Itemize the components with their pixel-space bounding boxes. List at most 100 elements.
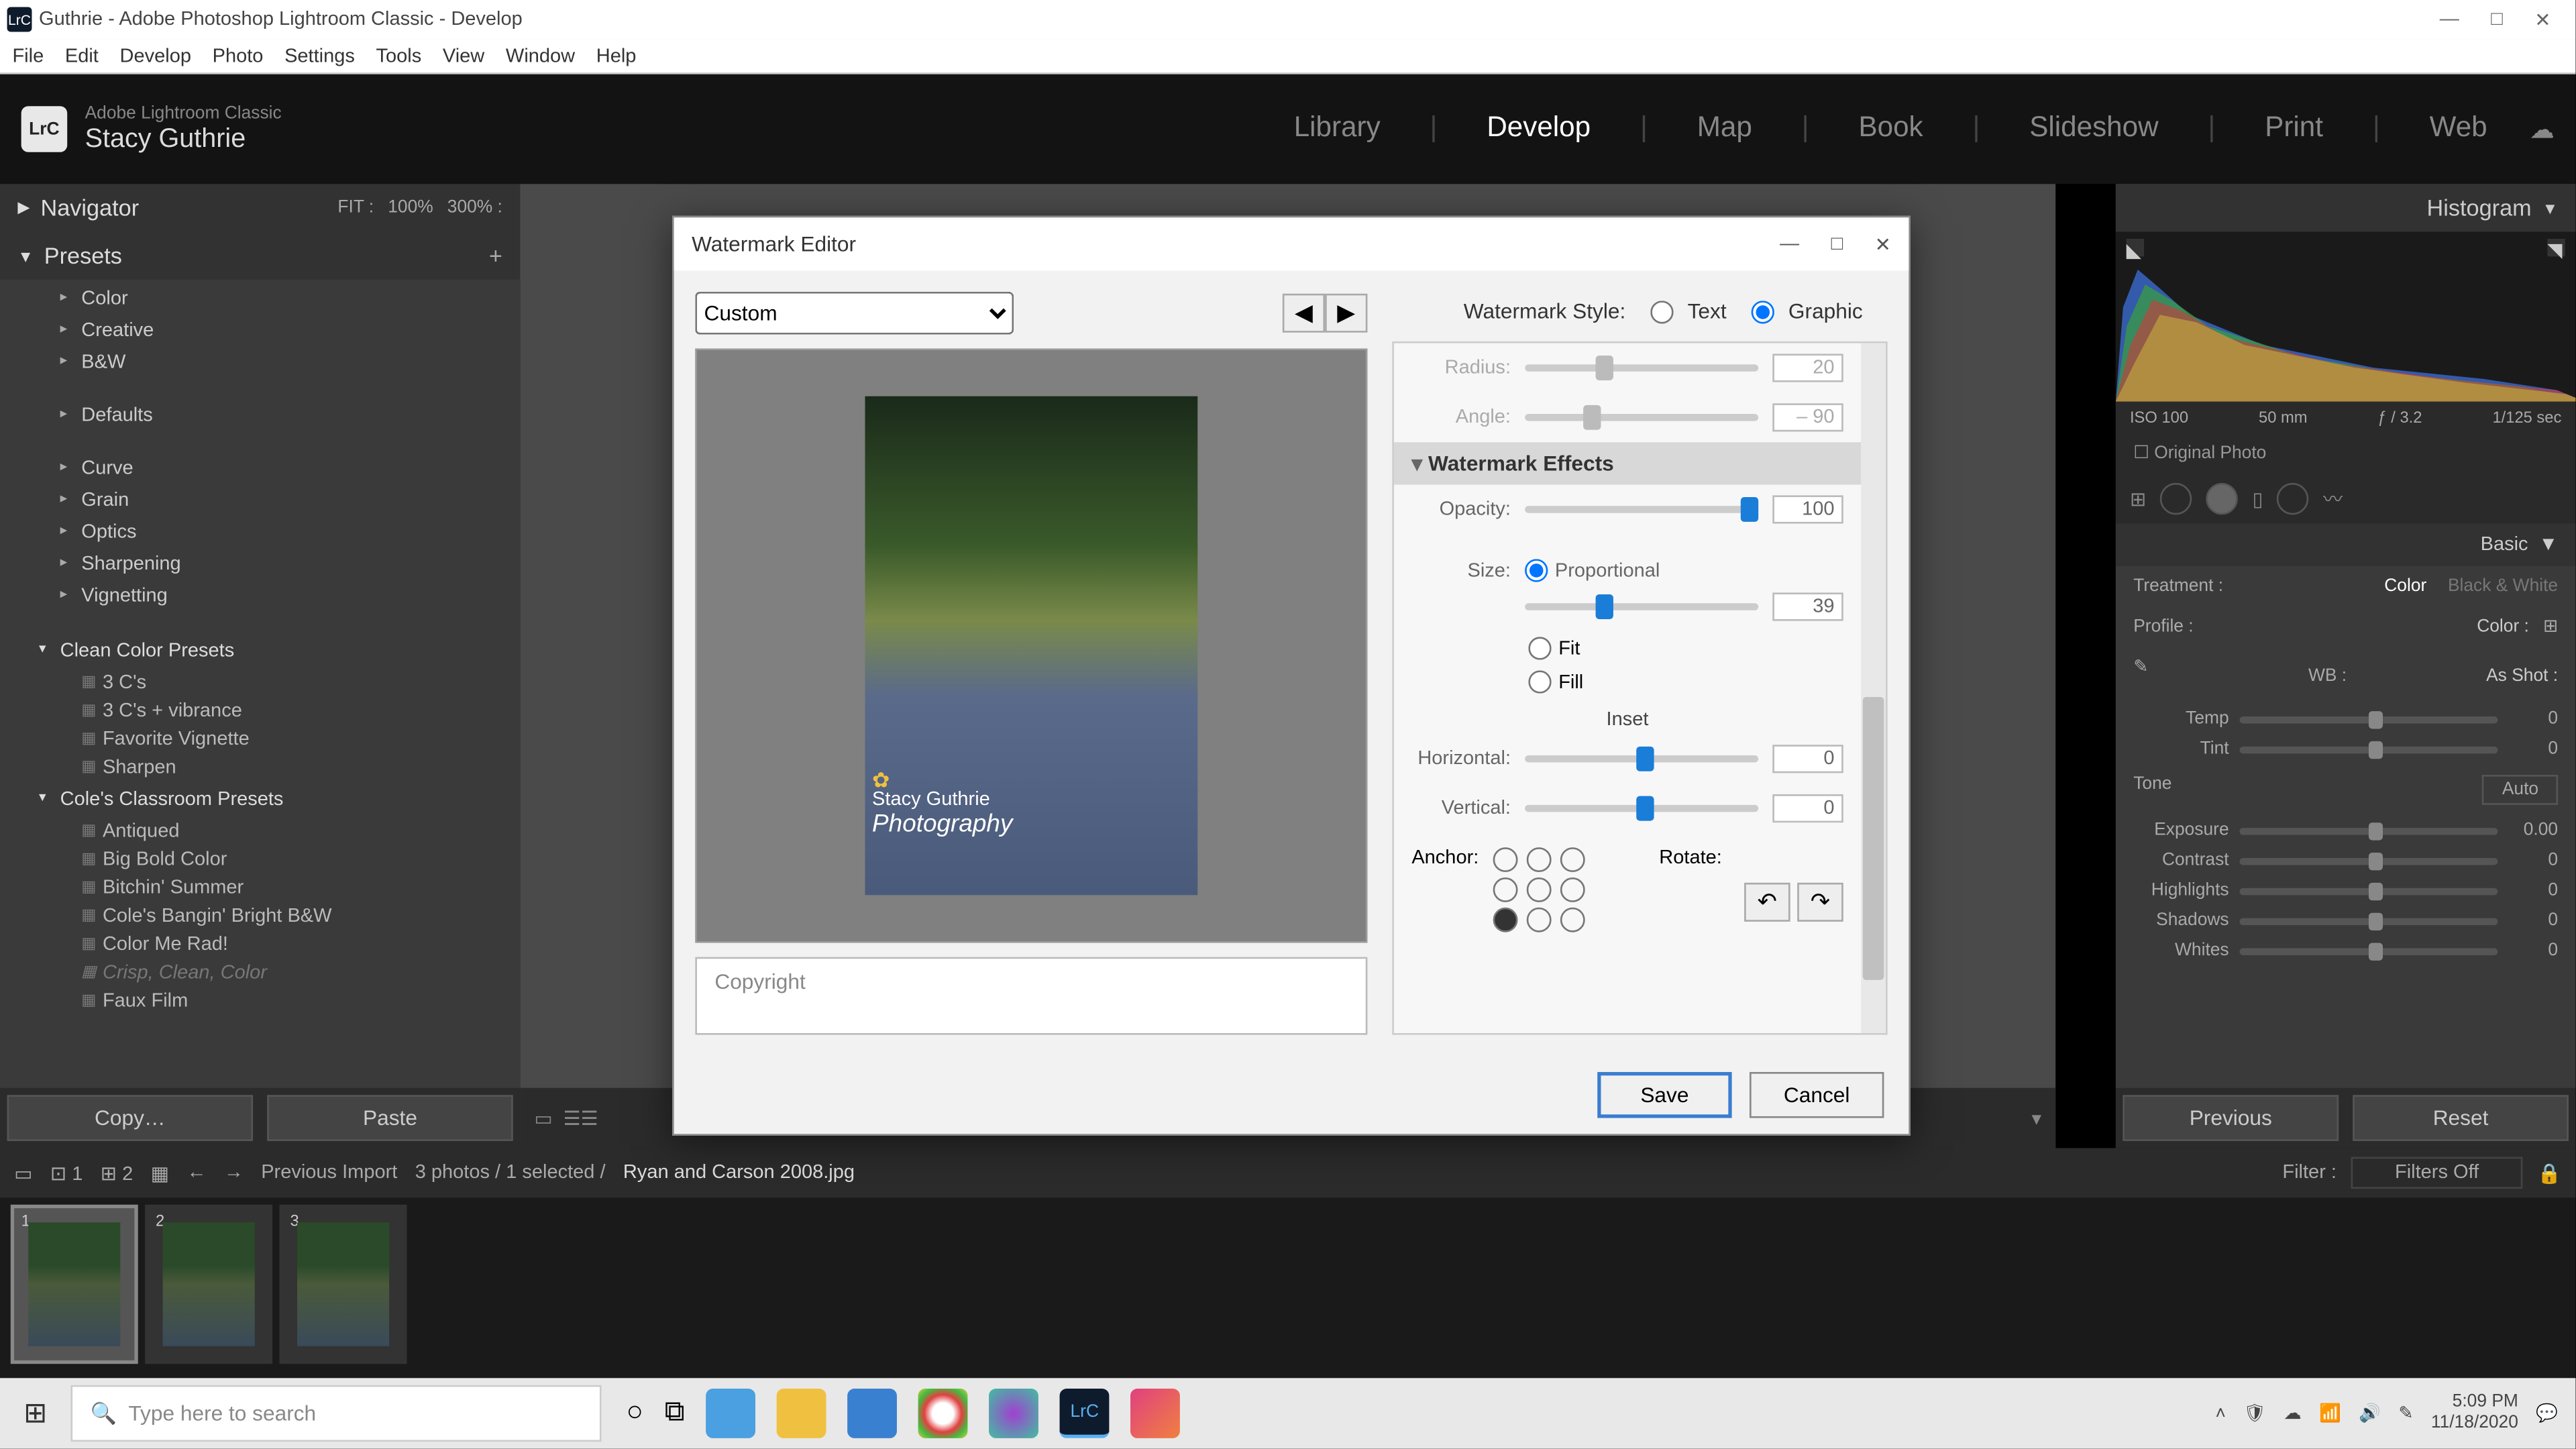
zoom-100[interactable]: 100% xyxy=(388,198,433,217)
grid-view-icon[interactable]: ▦ xyxy=(151,1161,169,1184)
tray-volume-icon[interactable]: 🔊 xyxy=(2359,1403,2381,1423)
preset-group-creative[interactable]: Creative xyxy=(0,315,520,346)
preset-item[interactable]: Favorite Vignette xyxy=(0,725,520,753)
preset-item[interactable]: Crisp, Clean, Color xyxy=(0,959,520,987)
wb-value[interactable]: As Shot : xyxy=(2486,666,2558,686)
filmstrip-thumb[interactable]: 2 xyxy=(145,1205,272,1364)
watermark-preset-select[interactable]: Custom xyxy=(695,292,1014,334)
preview-next-button[interactable]: ▶ xyxy=(1325,294,1367,333)
contrast-slider[interactable] xyxy=(2239,857,2498,865)
anchor-ml[interactable] xyxy=(1493,877,1517,902)
dialog-minimize-button[interactable]: — xyxy=(1780,233,1799,256)
copy-button[interactable]: Copy… xyxy=(7,1095,254,1141)
menu-photo[interactable]: Photo xyxy=(207,45,269,66)
zoom-300[interactable]: 300% : xyxy=(447,198,502,217)
grad-tool-icon[interactable]: ▯ xyxy=(2252,487,2263,510)
menu-edit[interactable]: Edit xyxy=(60,45,104,66)
tray-wifi-icon[interactable]: 📶 xyxy=(2319,1403,2341,1423)
dialog-scroll-thumb[interactable] xyxy=(1863,697,1884,980)
preset-group-sharpening[interactable]: Sharpening xyxy=(0,548,520,580)
preset-item[interactable]: 3 C's + vibrance xyxy=(0,697,520,725)
anchor-bl[interactable] xyxy=(1493,908,1517,932)
module-map[interactable]: Map xyxy=(1697,113,1752,145)
taskbar-clock[interactable]: 5:09 PM11/18/2020 xyxy=(2431,1392,2518,1434)
style-graphic-radio[interactable] xyxy=(1752,300,1774,323)
soft-proof-toggle[interactable]: ▾ xyxy=(2032,1106,2042,1129)
dialog-titlebar[interactable]: Watermark Editor — □ ✕ xyxy=(674,217,1909,270)
anchor-bc[interactable] xyxy=(1527,908,1552,932)
rotate-right-button[interactable]: ↷ xyxy=(1797,883,1843,922)
preset-item[interactable]: Faux Film xyxy=(0,987,520,1015)
style-text-radio[interactable] xyxy=(1650,300,1673,323)
vert-value[interactable]: 0 xyxy=(1772,794,1843,822)
preset-folder-cole[interactable]: Cole's Classroom Presets xyxy=(0,782,520,818)
start-button[interactable]: ⊞ xyxy=(0,1378,70,1448)
rotate-left-button[interactable]: ↶ xyxy=(1744,883,1790,922)
size-value[interactable]: 39 xyxy=(1772,592,1843,621)
tint-value[interactable]: 0 xyxy=(2508,739,2558,759)
filter-lock-icon[interactable]: 🔒 xyxy=(2537,1161,2561,1184)
navigator-header[interactable]: ▶Navigator FIT : 100% 300% : xyxy=(0,184,520,231)
redeye-tool-icon[interactable] xyxy=(2206,483,2238,515)
size-slider[interactable] xyxy=(1525,603,1758,610)
preset-item[interactable]: Color Me Rad! xyxy=(0,930,520,959)
anchor-grid[interactable] xyxy=(1493,847,1588,932)
menu-view[interactable]: View xyxy=(437,45,490,66)
highlights-value[interactable]: 0 xyxy=(2508,881,2558,900)
menu-help[interactable]: Help xyxy=(591,45,641,66)
taskbar-chrome-icon[interactable] xyxy=(918,1389,968,1438)
exposure-slider[interactable] xyxy=(2239,827,2498,835)
module-print[interactable]: Print xyxy=(2265,113,2323,145)
anchor-tr[interactable] xyxy=(1560,847,1585,872)
filter-dropdown[interactable]: Filters Off xyxy=(2351,1157,2523,1189)
taskbar-mail-icon[interactable] xyxy=(847,1389,897,1438)
notifications-icon[interactable]: 💬 xyxy=(2536,1403,2558,1423)
filmstrip-thumb[interactable]: 3 xyxy=(280,1205,407,1364)
crop-tool-icon[interactable]: ⊞ xyxy=(2130,487,2146,510)
highlight-clip-icon[interactable]: ◥ xyxy=(2547,239,2565,256)
auto-tone-button[interactable]: Auto xyxy=(2483,775,2558,805)
cancel-button[interactable]: Cancel xyxy=(1750,1072,1884,1118)
minimize-button[interactable]: — xyxy=(2440,8,2459,31)
preset-item[interactable]: 3 C's xyxy=(0,669,520,697)
loupe-view-icon[interactable]: ▭ xyxy=(534,1106,552,1129)
taskbar-lightroom-icon[interactable]: LrC xyxy=(1060,1389,1110,1438)
preset-group-vignetting[interactable]: Vignetting xyxy=(0,580,520,612)
module-slideshow[interactable]: Slideshow xyxy=(2029,113,2158,145)
tray-onedrive-icon[interactable]: ☁ xyxy=(2284,1403,2301,1423)
module-book[interactable]: Book xyxy=(1858,113,1923,145)
menu-settings[interactable]: Settings xyxy=(279,45,360,66)
second-window-icon[interactable]: ▭ xyxy=(14,1161,32,1184)
maximize-button[interactable]: □ xyxy=(2491,8,2503,31)
watermark-effects-header[interactable]: Watermark Effects xyxy=(1394,442,1861,484)
menu-develop[interactable]: Develop xyxy=(115,45,197,66)
dialog-maximize-button[interactable]: □ xyxy=(1831,233,1843,256)
treatment-bw[interactable]: Black & White xyxy=(2448,577,2558,596)
anchor-br[interactable] xyxy=(1560,908,1585,932)
next-photo-icon[interactable]: → xyxy=(224,1163,244,1184)
module-library[interactable]: Library xyxy=(1294,113,1381,145)
taskbar-explorer-icon[interactable] xyxy=(777,1389,826,1438)
preset-item[interactable]: Bitchin' Summer xyxy=(0,874,520,902)
prev-photo-icon[interactable]: ← xyxy=(186,1163,206,1184)
basic-panel-header[interactable]: Basic▼ xyxy=(2116,524,2576,566)
whites-slider[interactable] xyxy=(2239,947,2498,955)
presets-header[interactable]: ▼Presets + xyxy=(0,231,520,279)
size-fill-radio[interactable] xyxy=(1528,670,1551,693)
preset-item[interactable]: Antiqued xyxy=(0,817,520,845)
vert-slider[interactable] xyxy=(1525,805,1758,812)
close-button[interactable]: ✕ xyxy=(2534,8,2551,31)
preview-prev-button[interactable]: ◀ xyxy=(1283,294,1325,333)
horiz-slider[interactable] xyxy=(1525,755,1758,763)
temp-value[interactable]: 0 xyxy=(2508,709,2558,729)
profile-value[interactable]: Color : xyxy=(2477,617,2529,637)
opacity-slider[interactable] xyxy=(1525,506,1758,513)
treatment-color[interactable]: Color xyxy=(2384,577,2426,596)
add-preset-button[interactable]: + xyxy=(489,242,502,269)
profile-browser-icon[interactable]: ⊞ xyxy=(2543,617,2558,637)
anchor-tc[interactable] xyxy=(1527,847,1552,872)
menu-file[interactable]: File xyxy=(7,45,50,66)
size-proportional-radio[interactable] xyxy=(1525,559,1548,582)
radial-tool-icon[interactable] xyxy=(2277,483,2309,515)
grid-icon[interactable]: ⊞ 2 xyxy=(101,1161,133,1184)
